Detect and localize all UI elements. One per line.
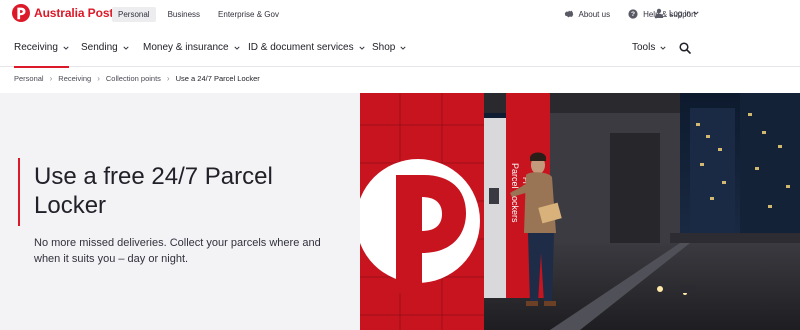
hero-subtitle: No more missed deliveries. Collect your … xyxy=(34,237,321,265)
chevron-down-icon xyxy=(123,46,129,50)
nav-id-document-services-label: ID & document services xyxy=(248,42,354,53)
nav-receiving-label: Receiving xyxy=(14,42,58,53)
main-navigation: Receiving Sending Money & insurance ID &… xyxy=(0,28,800,68)
breadcrumb: Personal › Receiving › Collection points… xyxy=(14,74,260,83)
australia-post-logo[interactable]: Australia Post xyxy=(12,4,113,22)
australia-map-icon xyxy=(564,10,573,18)
login-menu[interactable]: Log in xyxy=(654,8,699,18)
nav-shop[interactable]: Shop xyxy=(372,28,406,67)
segment-business[interactable]: Business xyxy=(162,7,206,22)
login-label: Log in xyxy=(669,8,691,18)
about-us-link[interactable]: About us xyxy=(564,9,611,19)
help-icon: ? xyxy=(628,9,638,19)
brand-name: Australia Post xyxy=(34,6,114,20)
nav-receiving[interactable]: Receiving xyxy=(14,28,69,68)
hero-image: Parcel Lockers Free xyxy=(360,93,800,330)
chevron-down-icon xyxy=(400,46,406,50)
nav-money-insurance-label: Money & insurance xyxy=(143,42,229,53)
search-icon[interactable] xyxy=(679,42,691,54)
chevron-down-icon xyxy=(359,46,365,50)
svg-text:?: ? xyxy=(631,11,635,18)
utility-bar: Australia Post Personal Business Enterpr… xyxy=(0,0,800,28)
segment-switcher: Personal Business Enterprise & Gov xyxy=(112,7,291,22)
chevron-right-icon: › xyxy=(97,74,100,83)
chevron-down-icon xyxy=(660,46,666,50)
user-icon xyxy=(654,8,664,18)
about-us-label: About us xyxy=(578,9,611,19)
breadcrumb-collection-points[interactable]: Collection points xyxy=(106,74,161,83)
nav-id-document-services[interactable]: ID & document services xyxy=(248,28,365,67)
nav-sending-label: Sending xyxy=(81,42,118,53)
breadcrumb-current: Use a 24/7 Parcel Locker xyxy=(175,74,260,83)
page-title: Use a free 24/7 Parcel Locker xyxy=(34,163,273,219)
nav-tools[interactable]: Tools xyxy=(632,28,666,67)
nav-shop-label: Shop xyxy=(372,42,396,53)
chevron-right-icon: › xyxy=(49,74,53,83)
parcel-locker-photo: Parcel Lockers Free xyxy=(360,93,800,330)
nav-tools-label: Tools xyxy=(632,42,656,53)
segment-enterprise-gov[interactable]: Enterprise & Gov xyxy=(212,7,285,22)
breadcrumb-personal[interactable]: Personal xyxy=(14,74,44,83)
nav-sending[interactable]: Sending xyxy=(81,28,129,67)
chevron-down-icon xyxy=(693,11,699,15)
nav-money-insurance[interactable]: Money & insurance xyxy=(143,28,240,67)
hero-accent-rule xyxy=(18,158,20,226)
breadcrumb-receiving[interactable]: Receiving xyxy=(58,74,91,83)
post-logo-icon xyxy=(12,4,30,22)
chevron-down-icon xyxy=(234,46,240,50)
chevron-down-icon xyxy=(63,46,69,50)
chevron-right-icon: › xyxy=(166,74,170,83)
segment-personal[interactable]: Personal xyxy=(112,7,156,22)
